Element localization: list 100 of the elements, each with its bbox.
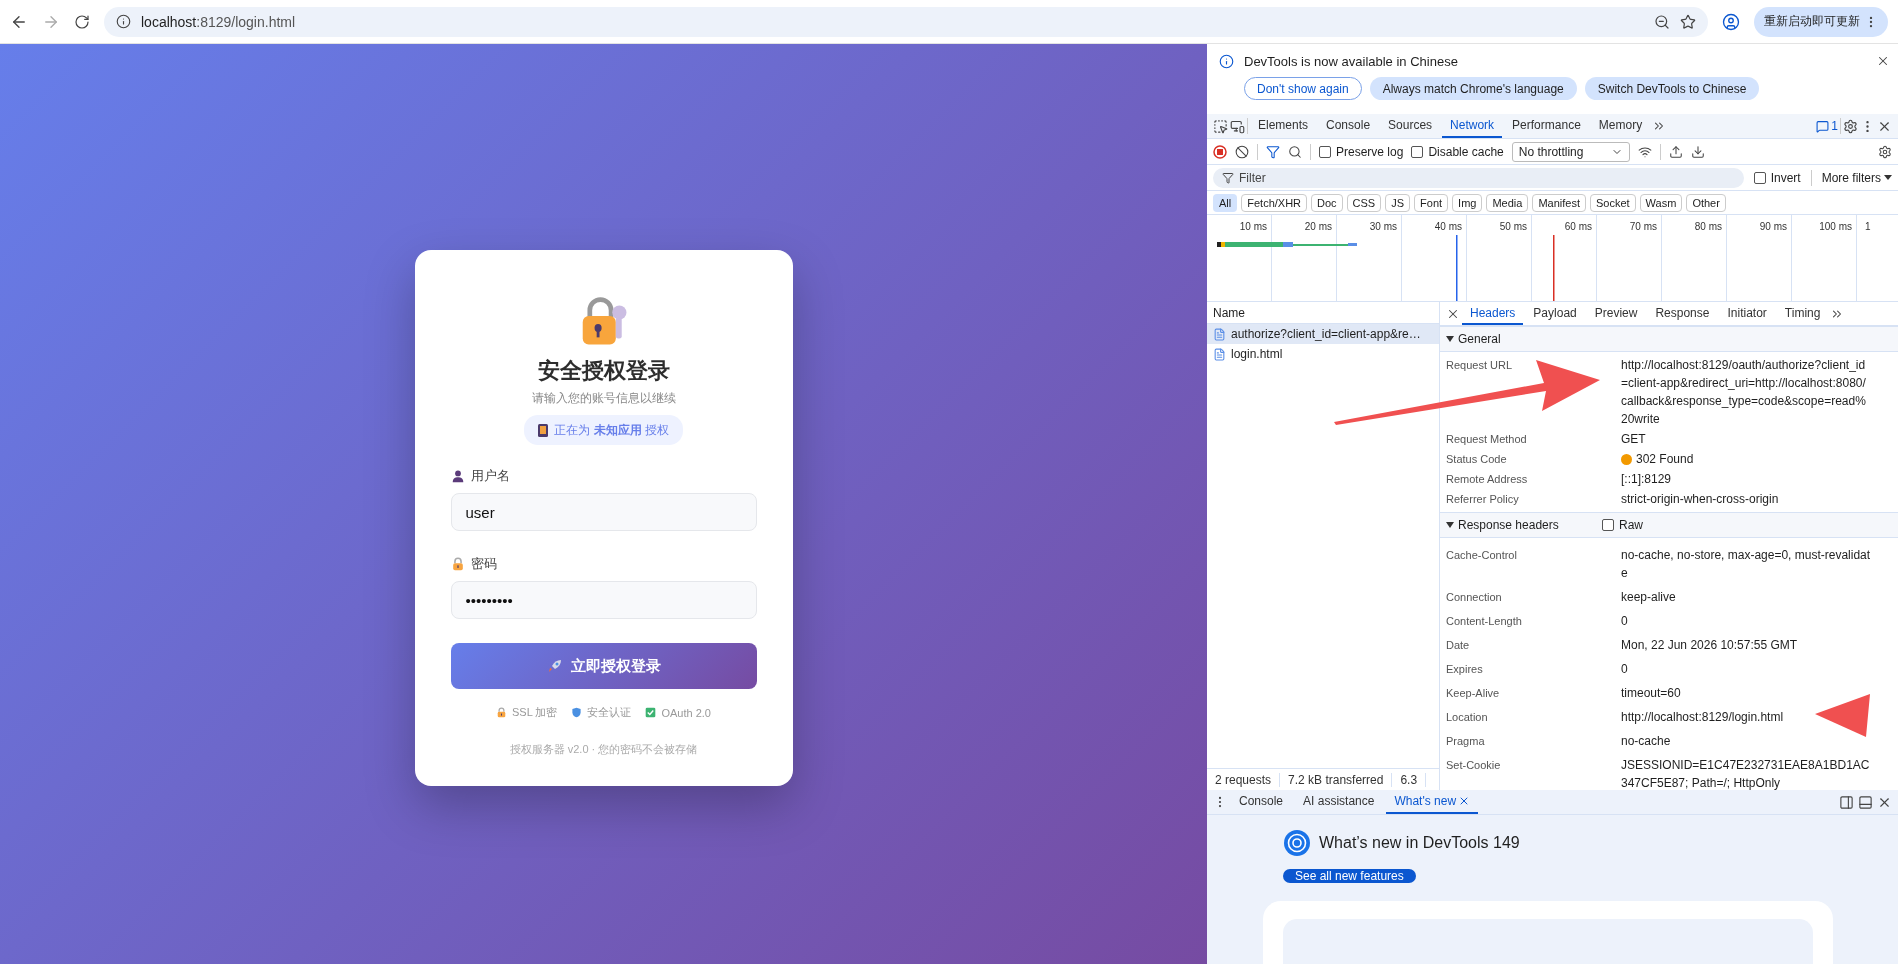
caret-icon[interactable] (1446, 336, 1454, 342)
infobar-button[interactable]: Don't show again (1244, 77, 1362, 100)
type-filter-chip[interactable]: Doc (1311, 193, 1343, 212)
type-filter-chip[interactable]: Media (1486, 193, 1529, 212)
info-icon (1219, 54, 1234, 69)
type-filter-chip[interactable]: Wasm (1639, 193, 1683, 212)
timeline-tick: 60 ms (1564, 221, 1592, 233)
settings-icon[interactable] (1878, 144, 1892, 159)
header-value: strict-origin-when-cross-origin (1621, 491, 1779, 508)
caret-icon (1884, 175, 1892, 180)
see-features-button[interactable]: See all new features (1283, 869, 1416, 883)
checkbox-label: Disable cache (1428, 144, 1504, 159)
infobar-button[interactable]: Always match Chrome's language (1369, 77, 1577, 100)
panel-tab[interactable]: Performance (1504, 114, 1589, 138)
profile-icon[interactable] (1722, 12, 1740, 31)
panel-tab[interactable]: Elements (1250, 114, 1317, 138)
header-name: Pragma (1446, 734, 1486, 749)
feature-label: OAuth 2.0 (661, 706, 711, 719)
rocket-icon (546, 658, 563, 674)
status-text: 2 requests (1207, 772, 1281, 787)
zoom-out-icon[interactable] (1654, 13, 1670, 30)
url-path: :8129/login.html (196, 13, 296, 30)
detail-tab[interactable]: Initiator (1719, 302, 1775, 325)
document-icon (1213, 327, 1226, 341)
detail-tab[interactable]: Payload (1525, 302, 1585, 325)
checkbox[interactable] (1319, 145, 1331, 158)
lock-icon (450, 557, 465, 571)
header-value: [::1]:8129 (1621, 471, 1672, 488)
detail-tab[interactable]: Response (1647, 302, 1718, 325)
info-icon[interactable] (116, 14, 131, 29)
filter-icon[interactable] (1266, 144, 1280, 159)
login-title: 安全授权登录 (537, 357, 670, 385)
phone-icon (538, 423, 549, 437)
status-text: 7.2 kB transferred (1280, 772, 1393, 787)
more-filters-dropdown[interactable]: More filters (1821, 170, 1881, 185)
field-label: 密码 (470, 555, 497, 573)
header-name: Content-Length (1446, 614, 1523, 629)
reload-icon[interactable] (74, 13, 90, 30)
type-filter-chip[interactable]: Manifest (1532, 193, 1586, 212)
panel-tab[interactable]: Sources (1380, 114, 1441, 138)
lock-icon (496, 707, 507, 718)
username-field[interactable]: user (450, 493, 757, 531)
whats-new-title: What’s new in DevTools 149 (1319, 834, 1520, 852)
column-header: Name (1213, 305, 1245, 320)
timeline-tick: 70 ms (1629, 221, 1657, 233)
import-icon[interactable] (1668, 144, 1683, 159)
drawer-tab[interactable]: What's new (1386, 790, 1479, 814)
detail-tab[interactable]: Timing (1776, 302, 1829, 325)
search-icon[interactable] (1288, 144, 1302, 159)
checkbox-label: Invert (1770, 170, 1801, 185)
checkbox[interactable] (1753, 171, 1766, 184)
checkbox-label: Preserve log (1336, 144, 1404, 159)
address-bar[interactable]: localhost:8129/login.html (104, 6, 1708, 37)
header-name: Cache-Control (1446, 548, 1518, 563)
update-button[interactable]: 重新启动即可更新 (1754, 6, 1888, 37)
header-name: Referrer Policy (1446, 492, 1520, 507)
type-filter-chip[interactable]: Font (1414, 193, 1449, 212)
checkbox[interactable] (1602, 519, 1614, 531)
field-label: 用户名 (470, 467, 510, 485)
settings-icon[interactable] (1843, 118, 1858, 134)
card-footer-text: 授权服务器 v2.0 · 您的密码不会被存储 (509, 742, 698, 757)
dock-bottom-icon[interactable] (1858, 794, 1873, 810)
infobar-button[interactable]: Switch DevTools to Chinese (1584, 77, 1760, 100)
type-filter-chip[interactable]: Other (1686, 193, 1726, 212)
record-stop-icon[interactable] (1213, 144, 1227, 159)
url-host: localhost (141, 13, 197, 30)
caret-icon[interactable] (1446, 522, 1454, 528)
close-icon[interactable] (1876, 54, 1890, 68)
checkbox[interactable] (1411, 145, 1424, 158)
type-filter-chip[interactable]: JS (1385, 193, 1411, 212)
detail-tab[interactable]: Preview (1586, 302, 1646, 325)
dock-side-icon[interactable] (1839, 794, 1854, 810)
section-header[interactable]: Response headers Raw (1440, 512, 1898, 538)
panel-tab[interactable]: Memory (1590, 114, 1651, 138)
throttling-dropdown[interactable]: No throttling (1511, 141, 1630, 162)
panel-tab[interactable]: Console (1318, 114, 1379, 138)
password-field[interactable]: ••••••••• (450, 581, 757, 619)
export-icon[interactable] (1690, 144, 1705, 159)
header-name: Remote Address (1446, 472, 1529, 487)
network-conditions-icon[interactable] (1637, 144, 1652, 159)
inspect-icon[interactable] (1213, 118, 1228, 134)
type-filter-chip[interactable]: All (1213, 193, 1238, 212)
timeline-tick: 90 ms (1759, 221, 1787, 233)
type-filter-chip[interactable]: CSS (1346, 193, 1382, 212)
section-header[interactable]: General (1440, 326, 1898, 352)
section-title: General (1458, 332, 1501, 346)
clear-icon[interactable] (1235, 144, 1249, 159)
request-row[interactable]: authorize?client_id=client-app&re… (1207, 324, 1439, 344)
login-button[interactable]: 立即授权登录 (450, 643, 757, 689)
timeline-tick: 100 ms (1819, 221, 1852, 233)
document-icon (1213, 347, 1226, 361)
device-toolbar-icon[interactable] (1230, 118, 1245, 134)
drawer-tab[interactable]: AI assistance (1295, 790, 1383, 814)
type-filter-chip[interactable]: Socket (1589, 193, 1636, 212)
message-icon[interactable] (1816, 119, 1830, 133)
filter-field[interactable]: Filter (1213, 167, 1744, 188)
type-filter-chip[interactable]: Img (1452, 193, 1483, 212)
drawer-tab[interactable]: Console (1231, 790, 1292, 814)
star-icon[interactable] (1680, 13, 1696, 30)
type-filter-chip[interactable]: Fetch/XHR (1241, 193, 1308, 212)
